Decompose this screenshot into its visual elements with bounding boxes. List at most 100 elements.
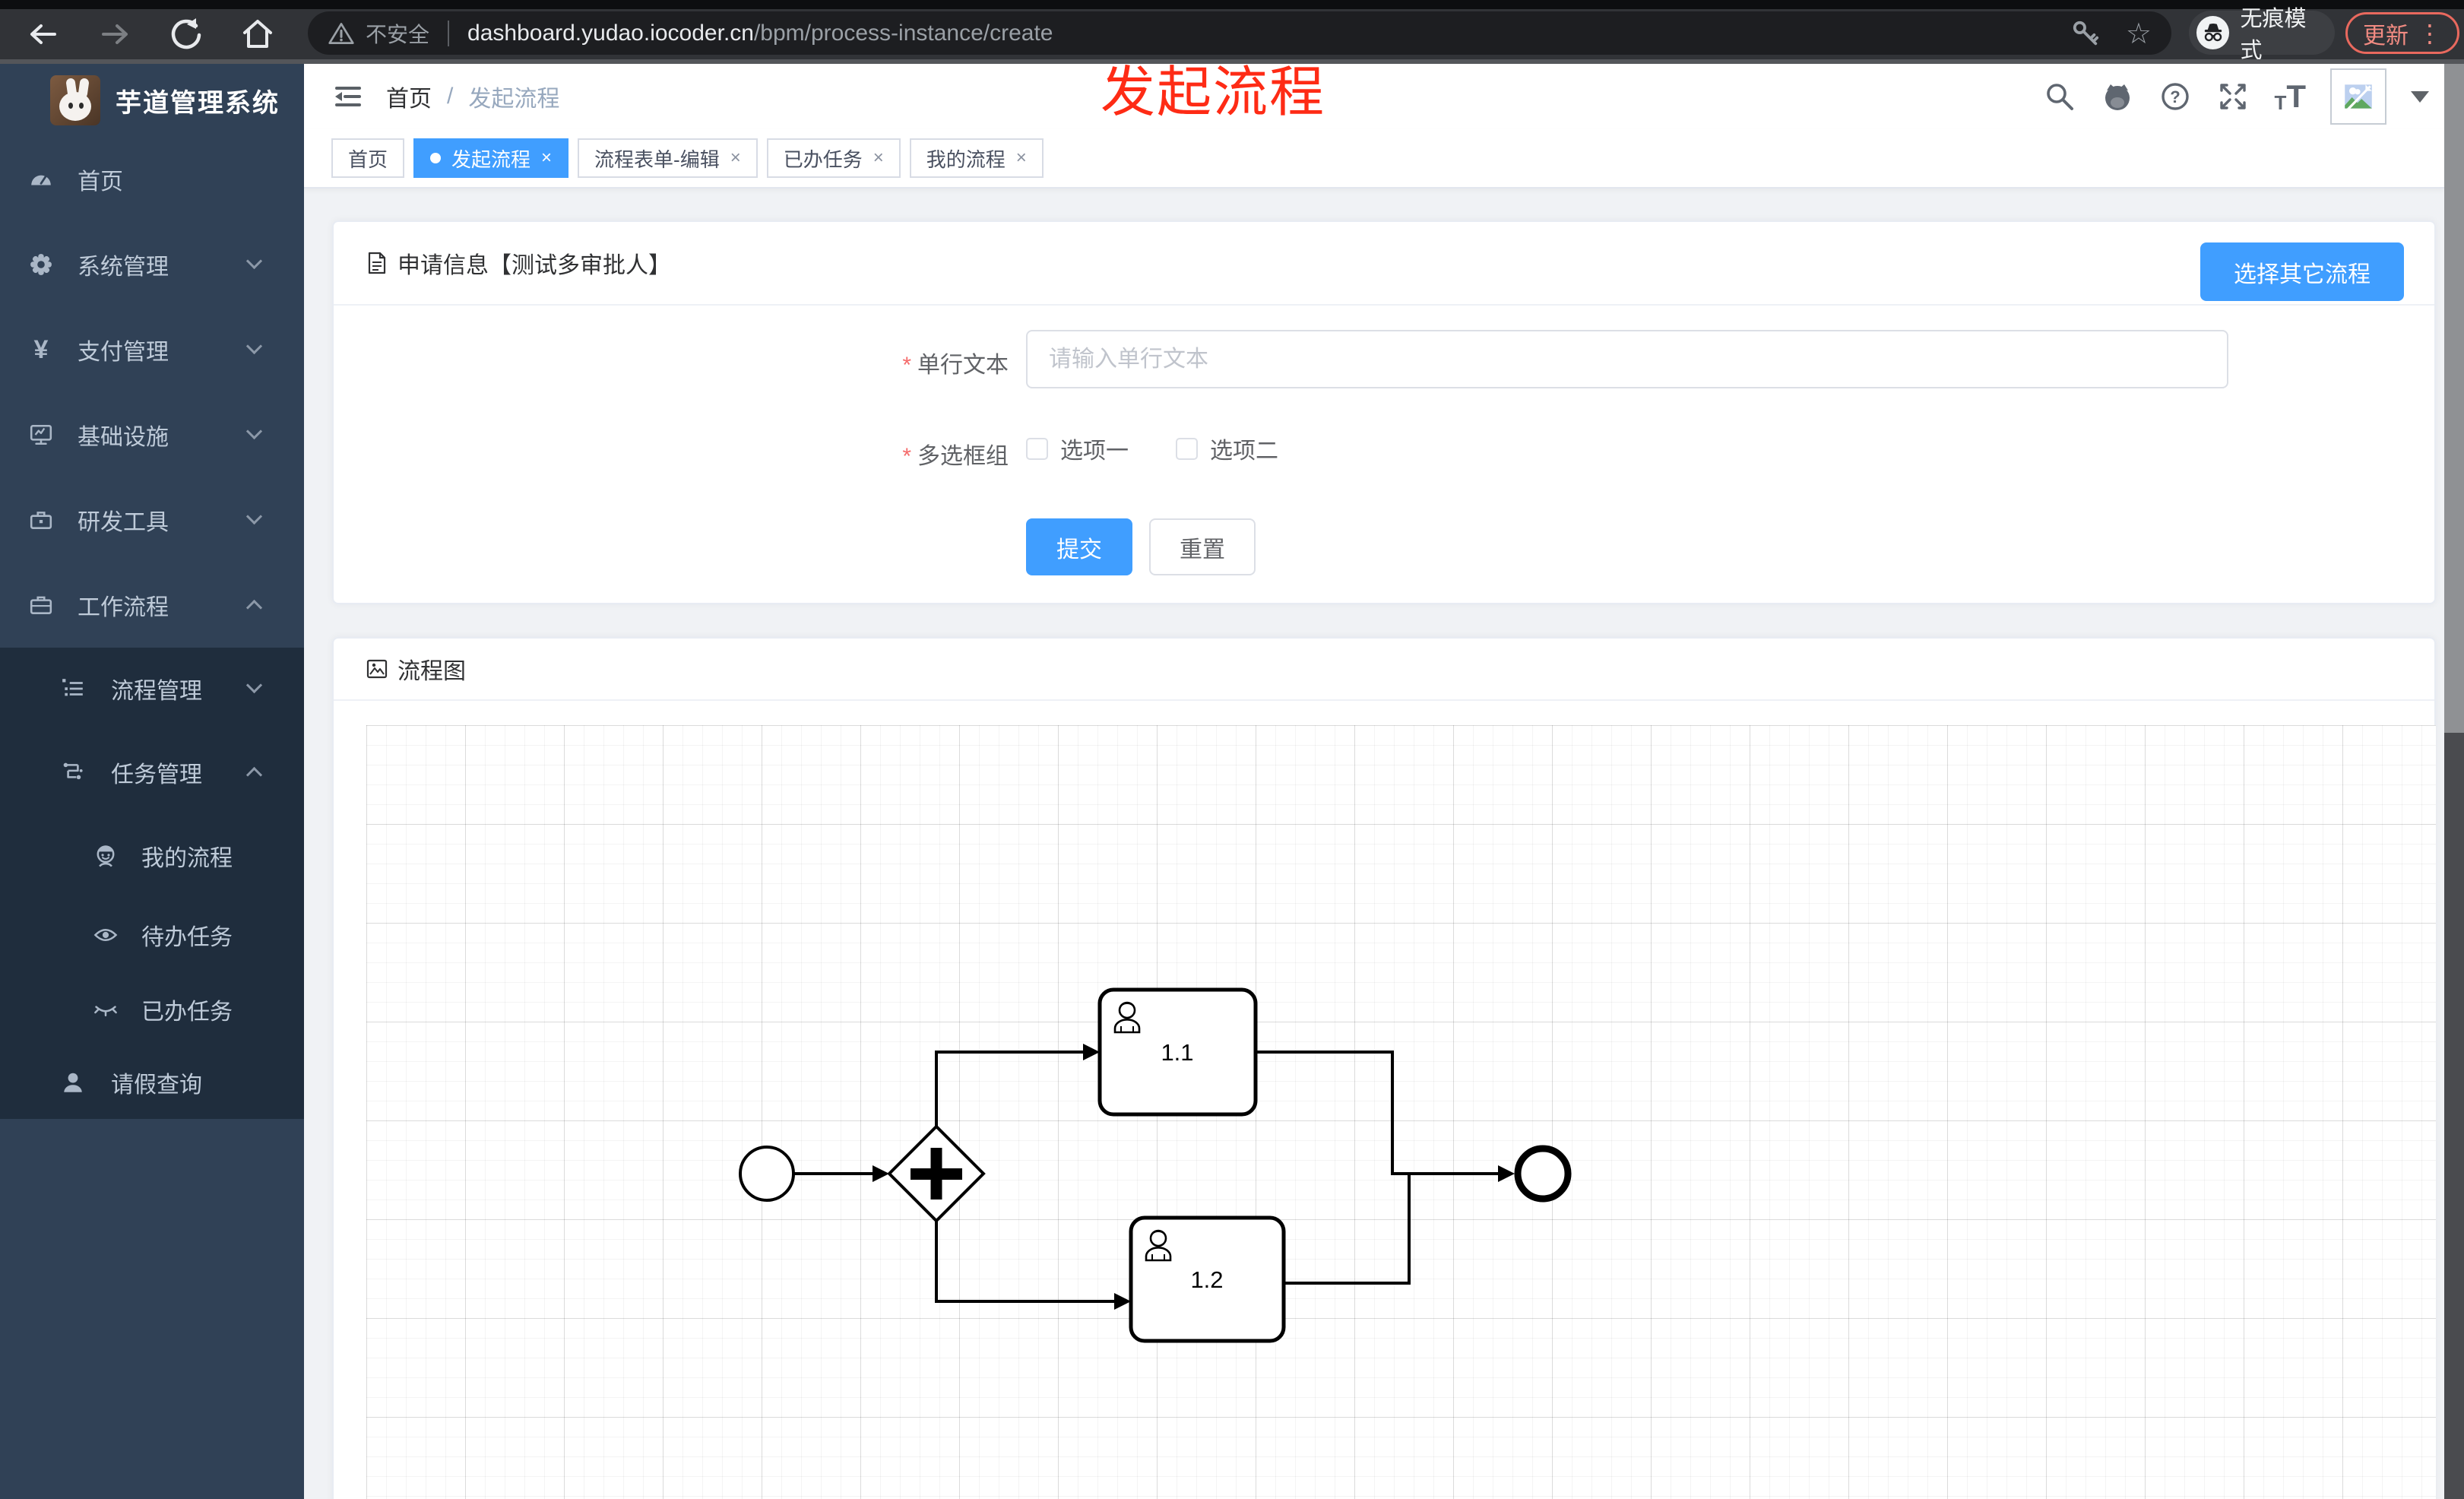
edge-gateway-task1 bbox=[935, 1051, 1083, 1127]
sidebar-item-home[interactable]: 首页 bbox=[0, 137, 304, 222]
face-icon bbox=[97, 845, 115, 867]
browser-tab-strip bbox=[0, 0, 2464, 9]
close-icon[interactable]: × bbox=[730, 149, 741, 167]
checkbox-field-label: * 多选框组 bbox=[902, 444, 1009, 469]
apply-card-header: 申请信息【测试多审批人】 bbox=[334, 222, 2434, 306]
text-field-label: * 单行文本 bbox=[902, 353, 1009, 378]
help-icon[interactable]: ? bbox=[2158, 80, 2192, 113]
required-mark: * bbox=[902, 444, 911, 469]
chevron-down-icon bbox=[245, 677, 263, 694]
edge-task1-end bbox=[1256, 1051, 1498, 1175]
breadcrumb: 首页 / 发起流程 bbox=[386, 64, 559, 129]
tab-start-process[interactable]: 发起流程 × bbox=[413, 138, 569, 178]
close-icon[interactable]: × bbox=[873, 149, 884, 167]
back-icon[interactable] bbox=[24, 15, 62, 53]
sidebar-collapse-icon[interactable] bbox=[332, 81, 363, 112]
single-line-text-input[interactable] bbox=[1026, 330, 2228, 388]
close-icon[interactable]: × bbox=[1016, 149, 1027, 167]
sidebar-item-todo-tasks[interactable]: 待办任务 bbox=[0, 897, 304, 973]
apply-card-title: 申请信息【测试多审批人】 bbox=[397, 253, 671, 278]
chevron-down-icon bbox=[245, 252, 263, 270]
flow-diagram-card: 流程图 1.1 1.2 bbox=[332, 637, 2436, 1499]
close-icon[interactable]: × bbox=[541, 149, 552, 167]
checkbox-icon[interactable] bbox=[1026, 437, 1048, 460]
flow-card-title: 流程图 bbox=[397, 659, 466, 684]
tab-home[interactable]: 首页 bbox=[331, 138, 405, 178]
breadcrumb-home[interactable]: 首页 bbox=[386, 80, 432, 113]
key-icon[interactable] bbox=[2071, 19, 2100, 48]
arrowhead bbox=[1114, 1293, 1131, 1310]
app-title: 芋道管理系统 bbox=[116, 88, 280, 118]
chevron-up-icon bbox=[245, 766, 263, 784]
incognito-label: 无痕模式 bbox=[2240, 7, 2307, 63]
user-task-1-1-node[interactable]: 1.1 bbox=[1097, 987, 1258, 1117]
dashboard-gauge-icon bbox=[31, 175, 51, 185]
briefcase-icon bbox=[30, 596, 52, 614]
reset-button[interactable]: 重置 bbox=[1149, 518, 1256, 575]
start-event-node[interactable] bbox=[739, 1146, 795, 1202]
forward-icon[interactable] bbox=[96, 15, 134, 53]
tree-list-icon bbox=[62, 679, 83, 696]
tab-process-form-edit[interactable]: 流程表单-编辑 × bbox=[578, 138, 758, 178]
workflow-submenu: 流程管理 任务管理 我的流程 待办任务 已办任务 请假查询 bbox=[0, 648, 304, 1119]
breadcrumb-current: 发起流程 bbox=[468, 87, 560, 112]
checkbox-option-1[interactable]: 选项一 bbox=[1026, 432, 1129, 465]
edge-gateway-task2 bbox=[935, 1221, 1114, 1303]
sidebar-item-dev-tools[interactable]: 研发工具 bbox=[0, 477, 304, 563]
page-scrollbar[interactable] bbox=[2444, 64, 2464, 1499]
search-icon[interactable] bbox=[2043, 80, 2076, 113]
avatar-caret-icon[interactable] bbox=[2411, 90, 2429, 103]
breadcrumb-separator: / bbox=[447, 84, 454, 109]
sidebar-logo-row[interactable]: 芋道管理系统 bbox=[0, 64, 304, 137]
tab-my-process[interactable]: 我的流程 × bbox=[909, 138, 1044, 178]
select-other-process-button[interactable]: 选择其它流程 bbox=[2200, 242, 2404, 301]
parallel-gateway-node[interactable] bbox=[887, 1124, 986, 1223]
home-icon[interactable] bbox=[239, 15, 277, 53]
font-size-icon[interactable]: TT bbox=[2274, 78, 2306, 115]
chevron-down-icon bbox=[245, 423, 263, 440]
bpmn-diagram: 1.1 1.2 bbox=[739, 987, 1572, 1343]
sidebar-item-task-mgmt[interactable]: 任务管理 bbox=[0, 730, 304, 815]
url-path: /bpm/process-instance/create bbox=[753, 20, 1053, 46]
avatar[interactable] bbox=[2330, 68, 2386, 125]
bookmark-star-icon[interactable]: ☆ bbox=[2126, 17, 2152, 50]
browser-update-button[interactable]: 更新 ⋮ bbox=[2345, 12, 2459, 54]
reload-icon[interactable] bbox=[167, 15, 205, 53]
browser-menu-icon[interactable]: ⋮ bbox=[2418, 19, 2442, 48]
sidebar: 芋道管理系统 首页 系统管理 ¥ 支付管理 基础设施 研发工具 工作流程 流程管… bbox=[0, 64, 304, 1499]
incognito-badge: 无痕模式 bbox=[2189, 7, 2335, 63]
fullscreen-icon[interactable] bbox=[2216, 80, 2250, 113]
sidebar-item-payment-mgmt[interactable]: ¥ 支付管理 bbox=[0, 307, 304, 392]
yen-icon: ¥ bbox=[33, 334, 49, 364]
arrowhead bbox=[873, 1165, 889, 1182]
monitor-icon bbox=[30, 424, 52, 445]
gear-icon bbox=[30, 254, 52, 275]
sidebar-item-system-mgmt[interactable]: 系统管理 bbox=[0, 222, 304, 307]
sidebar-item-my-process[interactable]: 我的流程 bbox=[0, 815, 304, 897]
checkbox-option-2[interactable]: 选项二 bbox=[1176, 432, 1278, 465]
sidebar-item-infrastructure[interactable]: 基础设施 bbox=[0, 392, 304, 477]
sidebar-item-workflow[interactable]: 工作流程 bbox=[0, 563, 304, 648]
submit-button[interactable]: 提交 bbox=[1026, 518, 1132, 575]
document-icon bbox=[368, 252, 386, 274]
github-icon[interactable] bbox=[2101, 80, 2134, 113]
bpmn-canvas[interactable]: 1.1 1.2 bbox=[366, 725, 2436, 1499]
sidebar-item-done-tasks[interactable]: 已办任务 bbox=[0, 973, 304, 1046]
apply-info-card: 申请信息【测试多审批人】 选择其它流程 *单行文本 *多选框组 选项一 选项二 … bbox=[332, 220, 2436, 604]
app-header: 首页 / 发起流程 ? T T bbox=[304, 64, 2444, 129]
flow-card-header: 流程图 bbox=[334, 639, 2434, 701]
end-event-node[interactable] bbox=[1514, 1145, 1572, 1203]
task-label: 1.1 bbox=[1161, 1039, 1193, 1066]
app-logo bbox=[50, 75, 100, 125]
svg-text:?: ? bbox=[2171, 87, 2181, 106]
tab-done-tasks[interactable]: 已办任务 × bbox=[766, 138, 901, 178]
security-label: 不安全 bbox=[366, 22, 430, 46]
flow-icon bbox=[63, 762, 83, 780]
checkbox-icon[interactable] bbox=[1176, 437, 1198, 460]
user-task-1-2-node[interactable]: 1.2 bbox=[1129, 1215, 1286, 1343]
scrollbar-thumb[interactable] bbox=[2444, 64, 2464, 733]
sidebar-item-process-mgmt[interactable]: 流程管理 bbox=[0, 648, 304, 730]
incognito-icon bbox=[2196, 16, 2230, 49]
sidebar-item-leave-query[interactable]: 请假查询 bbox=[0, 1046, 304, 1119]
not-secure-warning-icon bbox=[328, 22, 354, 44]
